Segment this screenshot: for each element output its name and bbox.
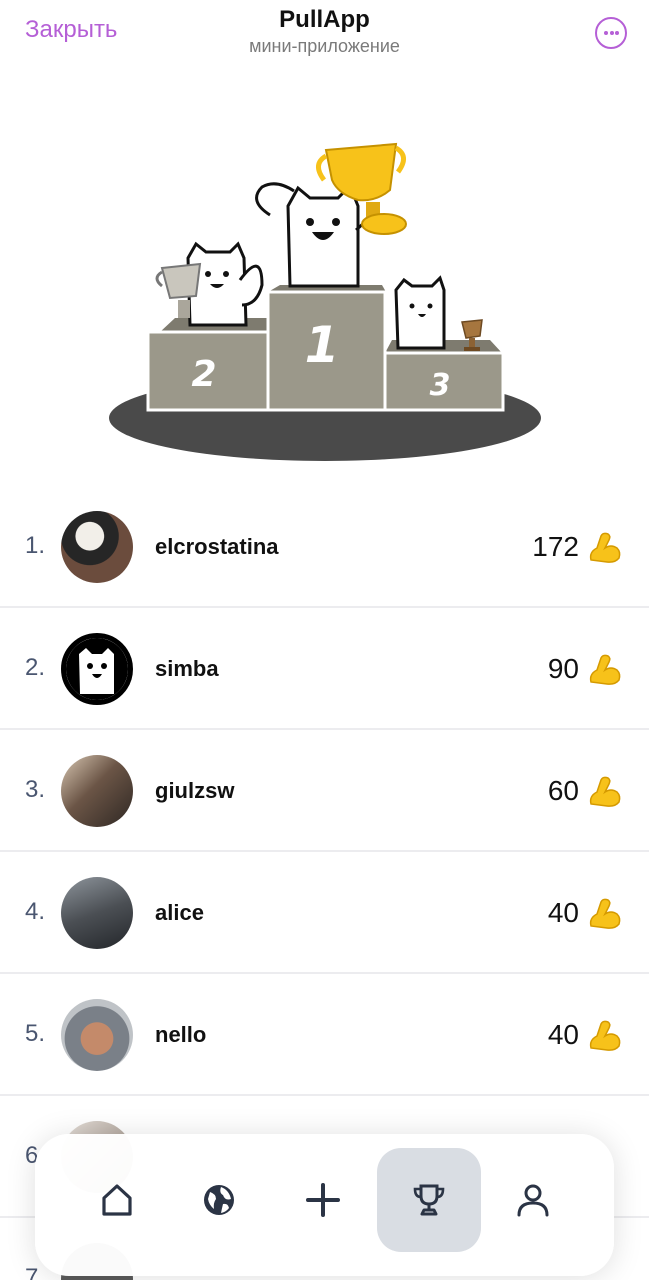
nav-add[interactable] — [271, 1148, 375, 1252]
avatar[interactable] — [61, 511, 133, 583]
dot-icon — [604, 31, 608, 35]
flexed-biceps-icon — [589, 898, 621, 929]
home-icon — [102, 1184, 132, 1216]
username[interactable]: elcrostatina — [155, 534, 279, 560]
leaderboard-row[interactable]: 5. nello 40 — [0, 974, 649, 1096]
flexed-biceps-icon — [589, 532, 621, 563]
rank-number: 5. — [25, 1020, 46, 1047]
app-title: PullApp — [279, 6, 370, 33]
rank-number: 2. — [25, 654, 46, 681]
podium-illustration: 2 1 3 — [109, 142, 541, 461]
avatar[interactable] — [61, 999, 133, 1071]
leaderboard-row[interactable]: 1. elcrostatina 172 — [0, 486, 649, 608]
score: 40 — [547, 1019, 579, 1050]
plus-icon — [306, 1183, 340, 1217]
rank-number: 7 — [25, 1264, 39, 1280]
flexed-biceps-icon — [589, 654, 621, 685]
username[interactable]: alice — [155, 900, 204, 926]
profile-icon — [517, 1184, 549, 1217]
podium-place-2: 2 — [191, 354, 216, 395]
trophy-icon — [413, 1184, 445, 1216]
cat-avatar-icon — [66, 638, 128, 700]
score: 40 — [547, 897, 579, 928]
dot-icon — [615, 31, 619, 35]
nav-globe[interactable] — [167, 1148, 271, 1252]
score: 172 — [532, 531, 579, 562]
nav-leaderboard[interactable] — [377, 1148, 481, 1252]
username[interactable]: giulzsw — [155, 778, 234, 804]
cat-third-place — [394, 275, 446, 350]
rank-number: 4. — [25, 898, 46, 925]
header: Закрыть PullApp мини-приложение — [0, 0, 649, 70]
bottom-nav — [35, 1134, 614, 1276]
app-subtitle: мини-приложение — [249, 36, 400, 56]
score: 60 — [547, 775, 579, 806]
flexed-biceps-icon — [589, 1020, 621, 1051]
nav-profile[interactable] — [481, 1148, 585, 1252]
flexed-biceps-icon — [589, 776, 621, 807]
username[interactable]: nello — [155, 1022, 206, 1048]
podium-place-3: 3 — [430, 368, 451, 403]
avatar[interactable] — [61, 633, 133, 705]
score: 90 — [547, 653, 579, 684]
username[interactable]: simba — [155, 656, 219, 682]
nav-home[interactable] — [65, 1148, 169, 1252]
avatar[interactable] — [61, 755, 133, 827]
leaderboard-row[interactable]: 4. alice 40 — [0, 852, 649, 974]
title-block: PullApp мини-приложение — [0, 6, 649, 57]
cat-second-place — [186, 241, 264, 327]
more-options-button[interactable] — [595, 17, 627, 49]
podium-place-1: 1 — [305, 316, 340, 374]
rank-number: 1. — [25, 532, 46, 559]
avatar[interactable] — [61, 877, 133, 949]
leaderboard-row[interactable]: 3. giulzsw 60 — [0, 730, 649, 852]
rank-number: 3. — [25, 776, 46, 803]
leaderboard-row[interactable]: 2. simba 90 — [0, 608, 649, 730]
dot-icon — [609, 31, 614, 35]
globe-icon — [204, 1185, 234, 1215]
